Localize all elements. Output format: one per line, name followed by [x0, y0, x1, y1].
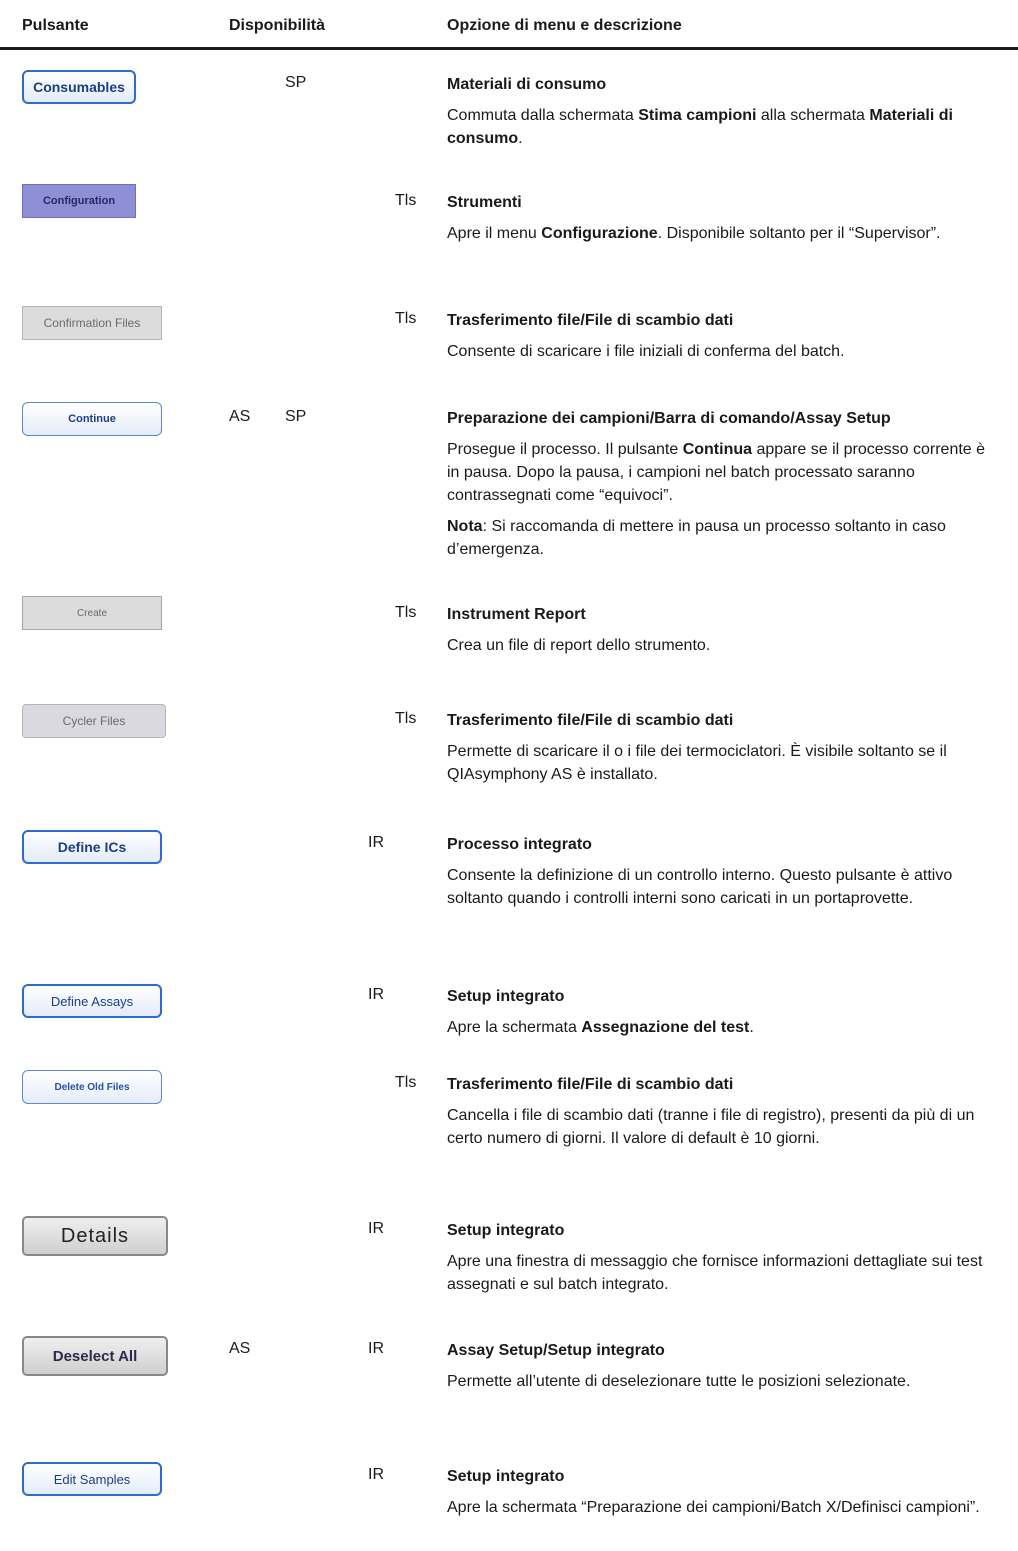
row-description: Strumenti Apre il menu Configurazione. D…	[447, 192, 995, 253]
row-text: Apre il menu Configurazione. Disponibile…	[447, 225, 941, 242]
row-title: Assay Setup/Setup integrato	[447, 1342, 665, 1359]
confirmation-files-button[interactable]: Confirmation Files	[22, 306, 162, 340]
row-text: Apre la schermata Assegnazione del test.	[447, 1019, 754, 1036]
availability-tls: Tls	[395, 604, 417, 621]
row-description: Trasferimento file/File di scambio dati …	[447, 310, 995, 371]
cycler-files-button[interactable]: Cycler Files	[22, 704, 166, 738]
row-title: Strumenti	[447, 194, 522, 211]
continue-button[interactable]: Continue	[22, 402, 162, 436]
define-assays-button[interactable]: Define Assays	[22, 984, 162, 1018]
row-title: Setup integrato	[447, 1222, 565, 1239]
table-header: Pulsante Disponibilità Opzione di menu e…	[0, 0, 1018, 50]
availability-as: AS	[229, 1340, 251, 1357]
row-title: Materiali di consumo	[447, 76, 607, 93]
row-description: Instrument Report Crea un file di report…	[447, 604, 995, 665]
delete-old-files-button[interactable]: Delete Old Files	[22, 1070, 162, 1104]
row-title: Trasferimento file/File di scambio dati	[447, 712, 734, 729]
details-button[interactable]: Details	[22, 1216, 168, 1256]
row-description: Setup integrato Apre la schermata Assegn…	[447, 986, 995, 1047]
deselect-all-button[interactable]: Deselect All	[22, 1336, 168, 1376]
create-button[interactable]: Create	[22, 596, 162, 630]
row-description: Preparazione dei campioni/Barra di coman…	[447, 408, 995, 569]
row-text: Permette all’utente di deselezionare tut…	[447, 1373, 911, 1390]
availability-ir: IR	[368, 1466, 384, 1483]
edit-samples-button[interactable]: Edit Samples	[22, 1462, 162, 1496]
configuration-button[interactable]: Configuration	[22, 184, 136, 218]
row-text: Crea un file di report dello strumento.	[447, 637, 711, 654]
row-title: Trasferimento file/File di scambio dati	[447, 312, 734, 329]
row-text: Apre la schermata “Preparazione dei camp…	[447, 1499, 980, 1516]
availability-ir: IR	[368, 834, 384, 851]
row-description: Setup integrato Apre una finestra di mes…	[447, 1220, 995, 1304]
availability-tls: Tls	[395, 1074, 417, 1091]
availability-ir: IR	[368, 986, 384, 1003]
col-header-button: Pulsante	[22, 17, 89, 34]
availability-tls: Tls	[395, 710, 417, 727]
col-header-menu: Opzione di menu e descrizione	[447, 17, 682, 34]
row-title: Setup integrato	[447, 1468, 565, 1485]
availability-as: AS	[229, 408, 251, 425]
row-text: Commuta dalla schermata Stima campioni a…	[447, 107, 953, 147]
col-header-availability: Disponibilità	[229, 17, 325, 34]
row-title: Processo integrato	[447, 836, 592, 853]
row-text: Consente di scaricare i file iniziali di…	[447, 343, 845, 360]
availability-ir: IR	[368, 1220, 384, 1237]
row-description: Setup integrato Apre la schermata “Prepa…	[447, 1466, 995, 1527]
row-description: Trasferimento file/File di scambio dati …	[447, 1074, 995, 1158]
availability-sp: SP	[285, 408, 307, 425]
row-text: Apre una finestra di messaggio che forni…	[447, 1253, 983, 1293]
row-description: Processo integrato Consente la definizio…	[447, 834, 995, 918]
row-title: Trasferimento file/File di scambio dati	[447, 1076, 734, 1093]
row-text: Consente la definizione di un controllo …	[447, 867, 953, 907]
row-note: Nota: Si raccomanda di mettere in pausa …	[447, 518, 946, 558]
row-description: Assay Setup/Setup integrato Permette all…	[447, 1340, 995, 1401]
availability-tls: Tls	[395, 192, 417, 209]
row-text: Prosegue il processo. Il pulsante Contin…	[447, 441, 986, 504]
availability-ir: IR	[368, 1340, 384, 1357]
row-title: Preparazione dei campioni/Barra di coman…	[447, 410, 891, 427]
availability-sp: SP	[285, 74, 307, 91]
row-text: Cancella i file di scambio dati (tranne …	[447, 1107, 975, 1147]
header-rule	[0, 47, 1018, 50]
row-text: Permette di scaricare il o i file dei te…	[447, 743, 947, 783]
row-title: Setup integrato	[447, 988, 565, 1005]
row-description: Materiali di consumo Commuta dalla scher…	[447, 74, 995, 158]
consumables-button[interactable]: Consumables	[22, 70, 136, 104]
availability-tls: Tls	[395, 310, 417, 327]
row-description: Trasferimento file/File di scambio dati …	[447, 710, 995, 794]
row-title: Instrument Report	[447, 606, 586, 623]
define-ics-button[interactable]: Define ICs	[22, 830, 162, 864]
